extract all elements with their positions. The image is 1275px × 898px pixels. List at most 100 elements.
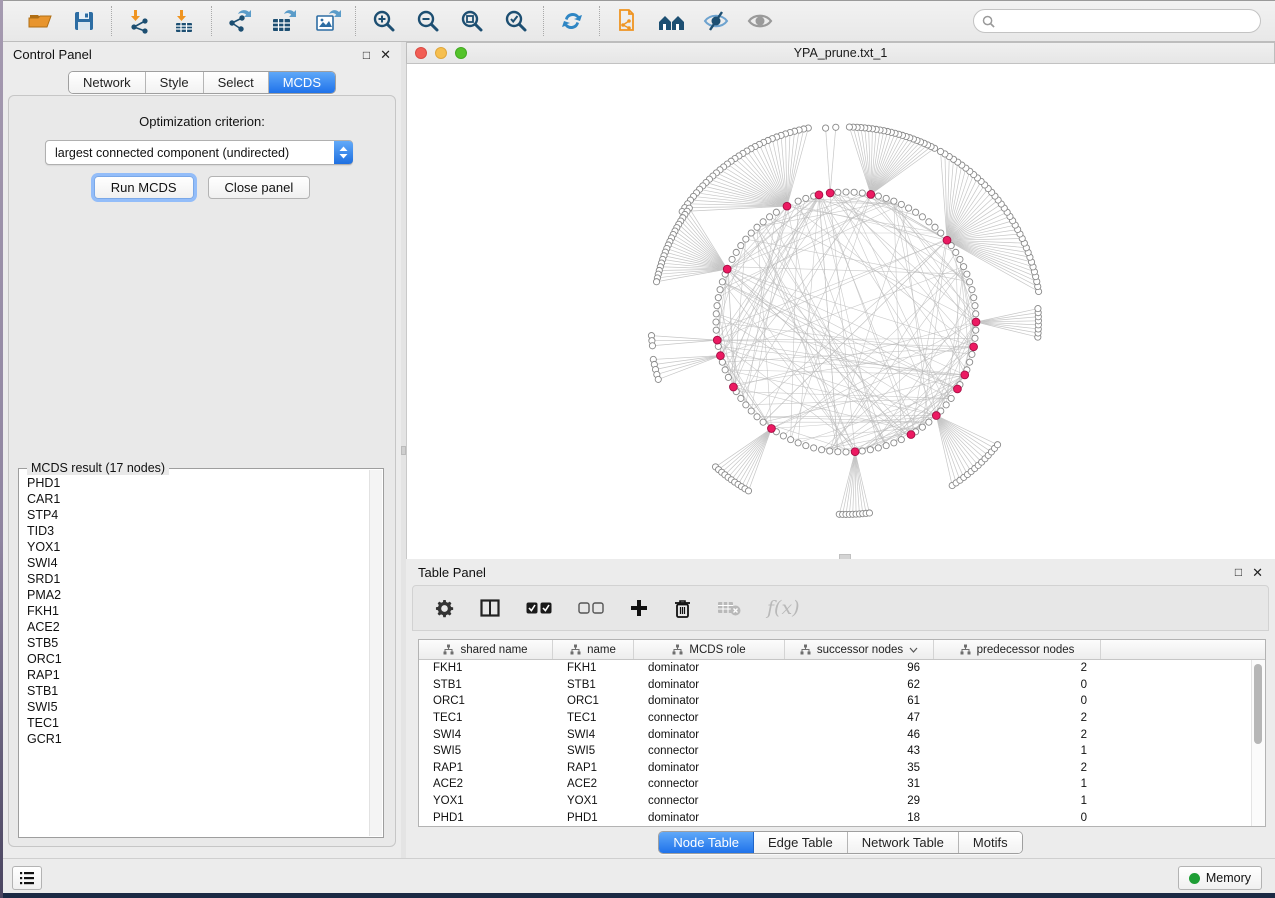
cell-MCDS-role[interactable]: dominator — [634, 662, 785, 674]
cell-successor-nodes[interactable]: 18 — [785, 812, 934, 824]
graph-node[interactable] — [919, 214, 925, 220]
float-table-panel-icon[interactable]: □ — [1235, 566, 1242, 578]
graph-node[interactable] — [971, 295, 977, 301]
optimization-criterion-select[interactable]: largest connected component (undirected) — [45, 140, 353, 165]
graph-node[interactable] — [738, 242, 744, 248]
cell-successor-nodes[interactable]: 96 — [785, 662, 934, 674]
tab-mcds[interactable]: MCDS — [269, 72, 335, 93]
memory-button[interactable]: Memory — [1178, 866, 1262, 890]
zoom-fit-icon[interactable] — [457, 6, 487, 36]
table-row-STB1[interactable]: STB1STB1dominator620 — [419, 677, 1252, 694]
cell-MCDS-role[interactable]: dominator — [634, 679, 785, 691]
open-session-icon[interactable] — [25, 6, 55, 36]
select-all-columns-icon[interactable] — [526, 601, 552, 615]
graph-node[interactable] — [803, 195, 809, 201]
graph-hub-node[interactable] — [851, 448, 859, 456]
graph-node[interactable] — [967, 359, 973, 365]
graph-node[interactable] — [969, 287, 975, 293]
graph-node[interactable] — [906, 205, 912, 211]
mcds-result-item[interactable]: ACE2 — [27, 619, 370, 635]
graph-node[interactable] — [835, 189, 841, 195]
cell-predecessor-nodes[interactable]: 1 — [934, 745, 1101, 757]
zoom-out-icon[interactable] — [413, 6, 443, 36]
task-history-button[interactable] — [12, 866, 42, 890]
graph-node[interactable] — [760, 419, 766, 425]
table-tab-network-table[interactable]: Network Table — [848, 832, 959, 853]
graph-node[interactable] — [883, 443, 889, 449]
graph-hub-node[interactable] — [961, 371, 969, 379]
graph-node[interactable] — [919, 424, 925, 430]
graph-node[interactable] — [719, 279, 725, 285]
import-table-icon[interactable] — [169, 6, 199, 36]
cell-MCDS-role[interactable]: connector — [634, 795, 785, 807]
graph-node[interactable] — [713, 327, 719, 333]
mcds-result-item[interactable]: STP4 — [27, 507, 370, 523]
column-settings-gear-icon[interactable] — [435, 599, 454, 618]
graph-hub-node[interactable] — [972, 318, 980, 326]
search-input[interactable] — [1000, 13, 1252, 29]
cell-predecessor-nodes[interactable]: 0 — [934, 679, 1101, 691]
graph-node[interactable] — [729, 256, 735, 262]
graph-node[interactable] — [943, 402, 949, 408]
graph-node[interactable] — [843, 449, 849, 455]
tab-style[interactable]: Style — [146, 72, 204, 93]
mcds-result-item[interactable]: ORC1 — [27, 651, 370, 667]
cell-predecessor-nodes[interactable]: 2 — [934, 729, 1101, 741]
cell-MCDS-role[interactable]: connector — [634, 745, 785, 757]
tab-select[interactable]: Select — [204, 72, 269, 93]
table-tab-motifs[interactable]: Motifs — [959, 832, 1022, 853]
graph-node[interactable] — [803, 443, 809, 449]
graph-node[interactable] — [766, 214, 772, 220]
table-row-SWI5[interactable]: SWI5SWI5connector431 — [419, 743, 1252, 760]
graph-node[interactable] — [811, 445, 817, 451]
graph-node[interactable] — [833, 124, 839, 130]
cell-shared-name[interactable]: ACE2 — [419, 778, 553, 790]
graph-node[interactable] — [719, 359, 725, 365]
cell-predecessor-nodes[interactable]: 1 — [934, 795, 1101, 807]
graph-node[interactable] — [823, 125, 829, 131]
graph-hub-node[interactable] — [943, 236, 951, 244]
cell-predecessor-nodes[interactable]: 2 — [934, 712, 1101, 724]
export-table-icon[interactable] — [269, 6, 299, 36]
graph-node[interactable] — [655, 376, 661, 382]
graph-hub-node[interactable] — [783, 202, 791, 210]
graph-node[interactable] — [926, 219, 932, 225]
mcds-result-item[interactable]: GCR1 — [27, 731, 370, 747]
graph-node[interactable] — [795, 440, 801, 446]
run-mcds-button[interactable]: Run MCDS — [94, 176, 194, 199]
graph-node[interactable] — [859, 190, 865, 196]
cell-successor-nodes[interactable]: 61 — [785, 695, 934, 707]
graph-node[interactable] — [973, 327, 979, 333]
graph-node[interactable] — [957, 256, 963, 262]
graph-node[interactable] — [851, 189, 857, 195]
graph-node[interactable] — [898, 437, 904, 443]
graph-hub-node[interactable] — [932, 412, 940, 420]
graph-node[interactable] — [964, 271, 970, 277]
cell-predecessor-nodes[interactable]: 1 — [934, 778, 1101, 790]
table-tab-edge-table[interactable]: Edge Table — [754, 832, 848, 853]
table-scrollbar[interactable] — [1251, 660, 1265, 826]
table-row-SWI4[interactable]: SWI4SWI4dominator462 — [419, 726, 1252, 743]
graph-hub-node[interactable] — [867, 190, 875, 198]
cell-shared-name[interactable]: ORC1 — [419, 695, 553, 707]
graph-node[interactable] — [875, 193, 881, 199]
graph-node[interactable] — [788, 437, 794, 443]
cell-MCDS-role[interactable]: dominator — [634, 762, 785, 774]
graph-node[interactable] — [961, 264, 967, 270]
cell-MCDS-role[interactable]: connector — [634, 712, 785, 724]
save-session-icon[interactable] — [69, 6, 99, 36]
table-scrollbar-thumb[interactable] — [1254, 664, 1262, 744]
cell-shared-name[interactable]: YOX1 — [419, 795, 553, 807]
graph-node[interactable] — [748, 230, 754, 236]
graph-node[interactable] — [713, 311, 719, 317]
graph-node[interactable] — [948, 395, 954, 401]
mcds-result-item[interactable]: STB5 — [27, 635, 370, 651]
graph-hub-node[interactable] — [730, 383, 738, 391]
table-tab-node-table[interactable]: Node Table — [659, 832, 754, 853]
cell-name[interactable]: SWI4 — [553, 729, 634, 741]
column-header-name[interactable]: name — [553, 640, 634, 659]
column-header-MCDS-role[interactable]: MCDS role — [634, 640, 785, 659]
mcds-result-item[interactable]: SWI4 — [27, 555, 370, 571]
cell-shared-name[interactable]: TEC1 — [419, 712, 553, 724]
graph-node[interactable] — [827, 448, 833, 454]
